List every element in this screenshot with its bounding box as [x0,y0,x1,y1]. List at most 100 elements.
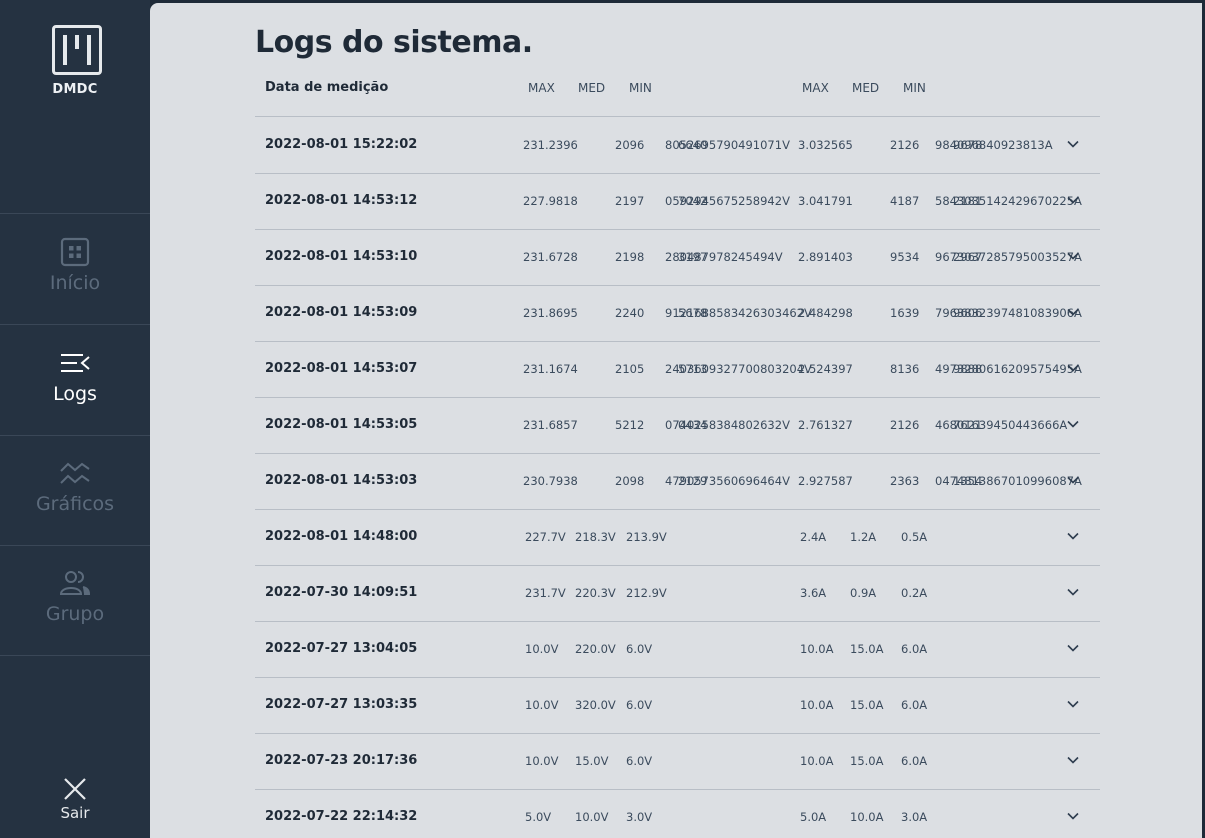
header-current-min: MIN [903,81,926,95]
log-value-v-max: 10.0V [525,642,559,656]
header-current-med: MED [852,81,880,95]
chevron-down-icon[interactable] [1066,361,1080,375]
sidebar-item-grupo[interactable]: Grupo [0,545,150,656]
log-date: 2022-07-27 13:04:05 [265,641,418,656]
chevron-down-icon[interactable] [1066,137,1080,151]
log-value-c-min: 6.0A [901,698,928,712]
log-value-c-med: 15.0A [850,754,884,768]
log-value-c-med: 0.9A [850,586,877,600]
chevron-down-icon[interactable] [1066,809,1080,823]
log-value-c-rest: 7963832397481083906A [935,306,1082,320]
logout-button[interactable]: Sair [0,770,150,830]
chevron-down-icon[interactable] [1066,753,1080,767]
table-row[interactable]: 2022-08-01 14:53:05 231.6857 5212 0434 07402… [255,397,1100,454]
log-value-c-med: 2363 [890,474,920,488]
log-date: 2022-08-01 14:53:09 [265,305,418,320]
log-value-c-med: 4187 [890,194,920,208]
header-date: Data de medição [265,80,389,95]
log-value-c-max: 5.0A [800,810,827,824]
log-value-v-max: 231.7V [525,586,566,600]
log-value-v-min: 6.0V [626,698,653,712]
table-row[interactable]: 2022-08-01 14:53:07 231.1674 2105 5713 24036… [255,341,1100,398]
list-collapse-icon [61,354,90,372]
sidebar: DMDC Início Logs Gráficos Grupo Sair [0,0,150,838]
chevron-down-icon[interactable] [1066,305,1080,319]
log-value-c-min: 6.0A [901,754,928,768]
log-value-v-min: 6.0V [626,754,653,768]
log-value-v-max: 231.6728 [523,250,578,264]
table-row[interactable]: 2022-07-22 22:14:32 5.0V 10.0V 3.0V 5.0A 10.0… [255,789,1100,838]
table-row[interactable]: 2022-08-01 15:22:02 231.2396 2096 6640 80526… [255,117,1100,174]
log-value-c-med: 8136 [890,362,920,376]
log-value-v-med: 2197 [615,194,645,208]
chevron-down-icon[interactable] [1066,417,1080,431]
chevron-down-icon[interactable] [1066,193,1080,207]
log-value-c-med: 9534 [890,250,920,264]
table-row[interactable]: 2022-07-27 13:03:35 10.0V 320.0V 6.0V 10.0A 1… [255,677,1100,734]
log-value-v-min: 212.9V [626,586,667,600]
log-date: 2022-07-22 22:14:32 [265,809,418,824]
table-row[interactable]: 2022-08-01 14:53:12 227.9818 2197 7042 05929… [255,173,1100,230]
log-value-c-min: 0.5A [901,530,928,544]
log-value-v-max: 231.1674 [523,362,578,376]
log-value-c-max: 2.761327 [798,418,853,432]
logo-icon [52,25,102,75]
log-value-c-max: 3.032565 [798,138,853,152]
log-value-v-rest: 0740258384802632V [665,418,790,432]
log-value-c-rest: 46801639450443666A [935,418,1068,432]
log-value-c-rest: 4973280616209575495A [935,362,1082,376]
log-value-v-med: 218.3V [575,530,616,544]
chevron-down-icon[interactable] [1066,249,1080,263]
log-value-v-max: 10.0V [525,754,559,768]
log-value-v-max: 5.0V [525,810,552,824]
log-value-v-rest: 9121688583426303462V [665,306,812,320]
log-value-c-max: 10.0A [800,754,834,768]
log-value-v-max: 227.9818 [523,194,578,208]
chevron-down-icon[interactable] [1066,529,1080,543]
chevron-down-icon[interactable] [1066,641,1080,655]
chevron-down-icon[interactable] [1066,585,1080,599]
log-value-c-max: 2.524397 [798,362,853,376]
table-row[interactable]: 2022-07-27 13:04:05 10.0V 220.0V 6.0V 10.0A 1… [255,621,1100,678]
page-title: Logs do sistema. [255,25,533,60]
table-row[interactable]: 2022-08-01 14:53:09 231.8695 2240 5678 91216… [255,285,1100,342]
log-value-c-max: 10.0A [800,698,834,712]
log-value-c-rest: 9673037285795003527A [935,250,1082,264]
log-value-c-med: 15.0A [850,642,884,656]
log-value-v-min: 6.0V [626,642,653,656]
log-value-c-max: 2.484298 [798,306,853,320]
log-value-c-max: 3.6A [800,586,827,600]
chevron-down-icon[interactable] [1066,473,1080,487]
log-value-c-max: 3.041791 [798,194,853,208]
sidebar-item-logs[interactable]: Logs [0,325,150,436]
sidebar-item-label: Início [49,272,101,294]
log-date: 2022-08-01 14:53:12 [265,193,418,208]
close-icon [64,778,86,800]
table-row[interactable]: 2022-08-01 14:48:00 227.7V 218.3V 213.9V 2.4… [255,509,1100,566]
logout-label: Sair [60,804,90,822]
log-value-v-max: 231.2396 [523,138,578,152]
header-current-max: MAX [802,81,829,95]
log-value-c-max: 2.927587 [798,474,853,488]
chevron-down-icon[interactable] [1066,697,1080,711]
log-value-c-min: 6.0A [901,642,928,656]
log-value-c-med: 2126 [890,418,920,432]
log-value-v-min: 3.0V [626,810,653,824]
log-value-v-max: 231.6857 [523,418,578,432]
table-row[interactable]: 2022-07-30 14:09:51 231.7V 220.3V 212.9V 3.6… [255,565,1100,622]
sidebar-item-graficos[interactable]: Gráficos [0,435,150,546]
log-value-v-med: 220.3V [575,586,616,600]
log-value-v-min: 213.9V [626,530,667,544]
header-voltage-med: MED [578,81,606,95]
table-row[interactable]: 2022-08-01 14:53:03 230.7938 2098 2129 47905… [255,453,1100,510]
log-value-v-max: 231.8695 [523,306,578,320]
sidebar-item-inicio[interactable]: Início [0,214,150,325]
table-row[interactable]: 2022-07-23 20:17:36 10.0V 15.0V 6.0V 10.0A 15… [255,733,1100,790]
table-row[interactable]: 2022-08-01 14:53:10 231.6728 2198 3197 28048… [255,229,1100,286]
log-value-v-rest: 0592945675258942V [665,194,790,208]
log-date: 2022-08-01 14:53:03 [265,473,418,488]
log-value-c-max: 2.891403 [798,250,853,264]
log-value-v-rest: 4790573560696464V [665,474,790,488]
log-date: 2022-08-01 14:53:07 [265,361,418,376]
brand-name: DMDC [52,82,98,97]
